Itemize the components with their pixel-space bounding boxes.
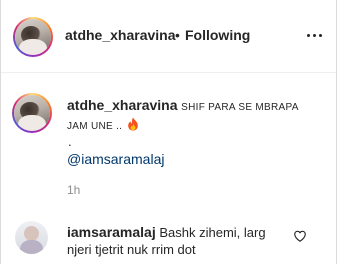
caption-author-avatar-photo [14,95,50,131]
author-avatar[interactable] [13,17,53,57]
caption-text-line-2: jam une .. [67,121,123,132]
comment-text-line-2: njeri tjetrit nuk rrim dot [67,242,196,257]
heart-outline-icon[interactable] [293,229,307,243]
header-separator: • [175,27,180,43]
caption-author-avatar[interactable] [12,93,52,133]
post-header: atdhe_xharavina • Following [1,0,336,73]
author-avatar-photo [15,19,51,55]
fire-emoji-icon [128,117,139,131]
author-username[interactable]: atdhe_xharavina [65,27,176,43]
caption-mention-link[interactable]: @iamsaramalaj [67,151,164,167]
commenter-username[interactable]: iamsaramalaj [67,224,156,240]
caption-period: . [68,134,72,149]
caption-username[interactable]: atdhe_xharavina [67,97,178,113]
comment-line-1: iamsaramalaj Bashk zihemi, larg [67,224,266,240]
caption-timestamp[interactable]: 1h [67,183,80,197]
caption-line-2: jam une .. [67,117,139,132]
comment-text-line-1: Bashk zihemi, larg [159,225,266,240]
caption-text-line-1: Shif para se mbrapa [181,102,299,113]
commenter-avatar[interactable] [15,221,48,254]
comment-line-2: njeri tjetrit nuk rrim dot [67,242,196,257]
following-button[interactable]: Following [185,27,250,43]
caption-line-1: atdhe_xharavina Shif para se mbrapa [67,97,299,113]
more-options-icon[interactable] [304,25,324,45]
